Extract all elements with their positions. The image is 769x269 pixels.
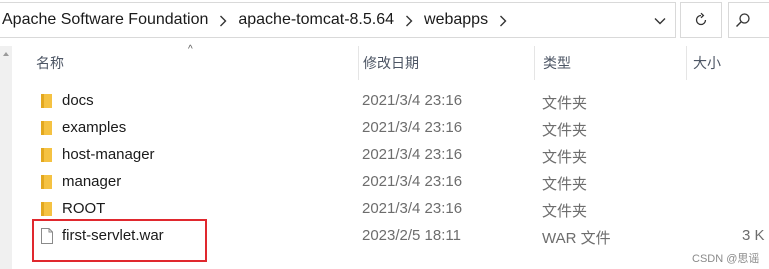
address-bar: Apache Software Foundation apache-tomcat…: [0, 0, 769, 42]
watermark-text: CSDN @思谣: [692, 253, 760, 265]
file-date: 2021/3/4 23:16: [362, 92, 463, 109]
scroll-up-arrow-icon[interactable]: [2, 50, 10, 58]
file-row[interactable]: manager 2021/3/4 23:16 文件夹: [12, 169, 769, 196]
file-date: 2021/3/4 23:16: [362, 146, 463, 163]
vertical-scrollbar[interactable]: [0, 46, 12, 269]
file-date: 2023/2/5 18:11: [362, 227, 461, 244]
folder-icon: [41, 175, 52, 189]
chevron-down-icon: [654, 18, 666, 25]
file-row[interactable]: docs 2021/3/4 23:16 文件夹: [12, 88, 769, 115]
file-type: 文件夹: [542, 176, 588, 193]
breadcrumb-item-webapps[interactable]: webapps: [422, 11, 490, 29]
file-date: 2021/3/4 23:16: [362, 200, 463, 217]
search-input[interactable]: [728, 2, 769, 38]
chevron-right-icon[interactable]: [490, 12, 516, 29]
column-header-name[interactable]: 名称: [36, 46, 356, 80]
chevron-right-icon[interactable]: [396, 12, 422, 29]
breadcrumb-item-apache-software-foundation[interactable]: Apache Software Foundation: [0, 11, 210, 29]
column-header-size[interactable]: 大小: [686, 46, 769, 80]
file-date: 2021/3/4 23:16: [362, 119, 463, 136]
file-type: 文件夹: [542, 203, 588, 220]
file-date: 2021/3/4 23:16: [362, 173, 463, 190]
address-history-dropdown-button[interactable]: [648, 10, 672, 32]
search-icon: [736, 13, 750, 27]
file-name: host-manager: [62, 146, 155, 163]
file-type: 文件夹: [542, 122, 588, 139]
column-header-type[interactable]: 类型: [534, 46, 686, 80]
folder-icon: [41, 94, 52, 108]
file-name: examples: [62, 119, 127, 136]
folder-icon: [41, 148, 52, 162]
file-type: WAR 文件: [542, 230, 611, 247]
chevron-right-icon[interactable]: [210, 12, 236, 29]
file-name: manager: [62, 173, 122, 190]
folder-icon: [41, 202, 52, 216]
file-row[interactable]: examples 2021/3/4 23:16 文件夹: [12, 115, 769, 142]
file-name: docs: [62, 92, 94, 109]
file-size: 3 K: [742, 227, 765, 244]
file-type: 文件夹: [542, 149, 588, 166]
highlight-annotation-box: [32, 219, 207, 262]
refresh-button[interactable]: [680, 2, 722, 38]
refresh-icon: [695, 12, 707, 26]
column-header-date-modified[interactable]: 修改日期: [358, 46, 534, 80]
breadcrumb-item-apache-tomcat[interactable]: apache-tomcat-8.5.64: [236, 11, 396, 29]
file-name: ROOT: [62, 200, 106, 217]
file-row[interactable]: host-manager 2021/3/4 23:16 文件夹: [12, 142, 769, 169]
folder-icon: [41, 121, 52, 135]
file-type: 文件夹: [542, 95, 588, 112]
column-header-row: ^ 名称 修改日期 类型 大小: [12, 44, 769, 80]
breadcrumb[interactable]: Apache Software Foundation apache-tomcat…: [0, 2, 676, 38]
